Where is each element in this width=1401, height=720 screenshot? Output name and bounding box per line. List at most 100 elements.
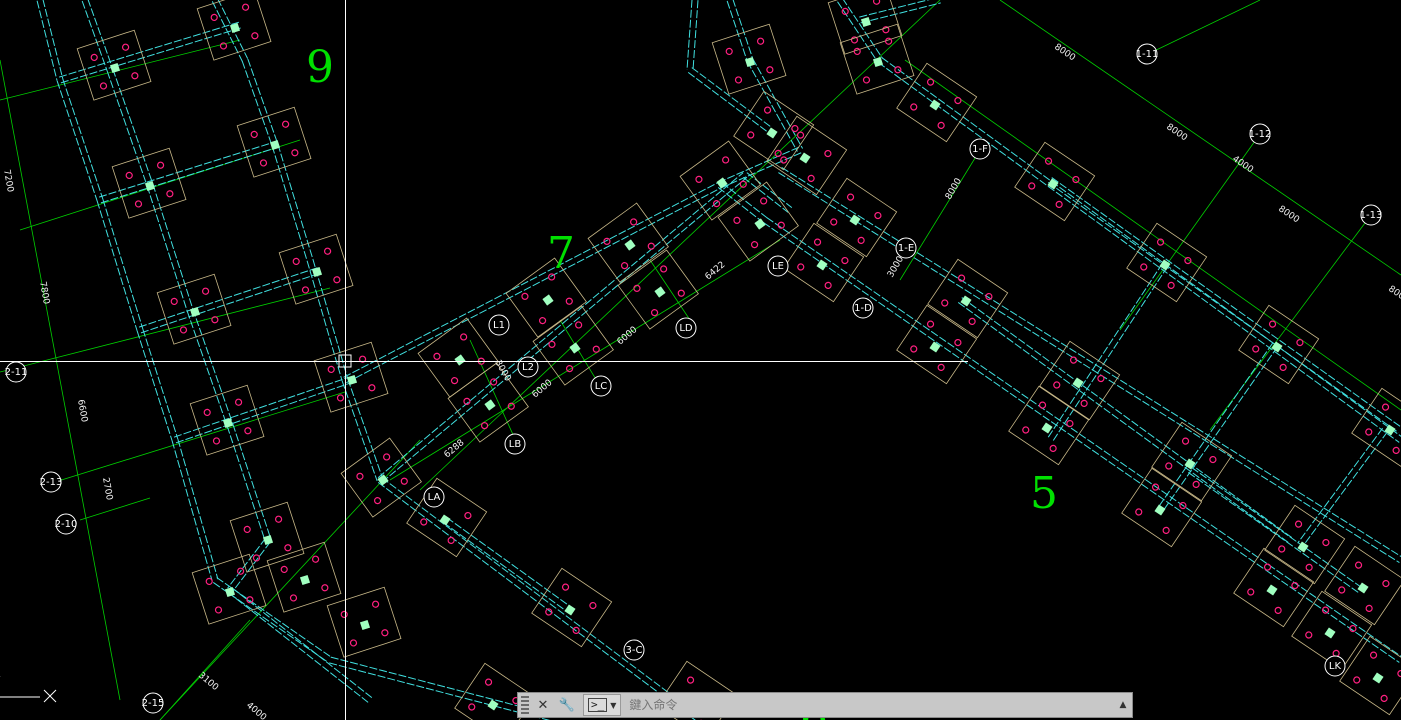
pile-circle [1354, 561, 1363, 569]
chevron-up-icon[interactable]: ▲ [1114, 700, 1132, 710]
command-line-bar[interactable]: ✕ 🔧 >_ ▼ ▲ [517, 692, 1133, 718]
beam-line [781, 167, 1401, 558]
pile-circle [926, 320, 935, 328]
beam-line [341, 380, 378, 482]
axis-bubble-LK[interactable]: LK [1324, 655, 1346, 677]
grid-axis-line [54, 391, 346, 483]
pile-circle [1053, 381, 1061, 389]
pile-circle [214, 606, 223, 614]
axis-bubble-1-12[interactable]: 1-12 [1249, 123, 1272, 145]
axis-bubble-2-11[interactable]: 2-11 [5, 361, 28, 383]
beam-line [957, 302, 1289, 543]
column-marker [1041, 422, 1053, 434]
pile-circle [937, 121, 945, 130]
pile-cap [896, 304, 978, 385]
axis-bubble-1-D[interactable]: 1-D [852, 297, 874, 319]
column-marker [1154, 504, 1166, 516]
close-icon[interactable]: ✕ [533, 695, 553, 715]
pile-circle [561, 583, 570, 591]
pile-circle [1279, 363, 1287, 372]
pile-cap [711, 23, 787, 95]
pile-circle [450, 377, 459, 385]
pile-circle [1322, 538, 1330, 547]
pile-circle [712, 200, 721, 208]
pile-cap [1238, 304, 1320, 385]
column-marker [1324, 627, 1336, 639]
axis-bubble-label: 1-13 [1360, 210, 1383, 221]
beam-line [112, 68, 154, 185]
pile-circle [480, 422, 489, 430]
pile-cap [531, 567, 613, 648]
axis-bubble-2-15[interactable]: 2-15 [142, 692, 165, 714]
grid-axis-line [1147, 0, 1261, 55]
column-marker [872, 56, 884, 68]
beam-line [146, 185, 188, 312]
axis-bubble-3-C[interactable]: 3-C [623, 639, 645, 661]
pile-circle [243, 525, 251, 534]
axis-bubble-L2[interactable]: L2 [517, 356, 539, 378]
pile-circle [349, 639, 358, 647]
dimension-text: 7800 [37, 281, 51, 306]
beam-line [192, 308, 234, 425]
beam-line [877, 62, 1400, 443]
beam-line [1191, 467, 1363, 588]
pile-cap [278, 233, 354, 305]
pile-cap [1151, 421, 1233, 502]
pile-circle [333, 276, 341, 284]
axis-bubble-1-E[interactable]: 1-E [895, 237, 917, 259]
beam-line [859, 0, 930, 18]
grid-axis-line [899, 149, 981, 281]
command-input[interactable] [627, 694, 1114, 716]
axis-bubble-1-13[interactable]: 1-13 [1360, 204, 1383, 226]
axis-bubble-LA[interactable]: LA [423, 486, 445, 508]
pile-circle [548, 340, 556, 348]
pile-circle [862, 76, 871, 84]
axis-bubble-L1[interactable]: L1 [488, 314, 510, 336]
axis-bubble-LD[interactable]: LD [675, 317, 697, 339]
pile-circle [468, 703, 476, 711]
pile-cap [1324, 545, 1401, 626]
wrench-icon[interactable]: 🔧 [557, 695, 577, 715]
beam-line [271, 145, 308, 262]
pile-circle [484, 678, 493, 686]
pile-circle [1382, 579, 1390, 588]
pile-circle [251, 32, 259, 40]
column-marker [262, 534, 274, 546]
beam-line [732, 0, 754, 60]
axis-bubble-LB[interactable]: LB [504, 433, 526, 455]
dimension-text: 6422 [704, 260, 728, 282]
pile-cap [406, 477, 488, 558]
pile-circle [797, 263, 805, 271]
axis-bubble-label: 1-D [854, 303, 872, 314]
beam-line [343, 181, 719, 378]
axis-bubble-label: LD [679, 323, 693, 334]
zone-label-7: 7 [547, 228, 575, 279]
pile-circle [830, 218, 838, 226]
drag-grip-handle[interactable] [521, 696, 529, 714]
column-marker [269, 139, 281, 151]
beam-line [961, 297, 1293, 538]
column-marker [542, 294, 554, 306]
axis-bubble-LC[interactable]: LC [590, 375, 612, 397]
beam-line [446, 517, 573, 608]
column-marker [1372, 672, 1384, 684]
pile-circle [1055, 200, 1063, 209]
pile-circle [872, 0, 881, 5]
pile-circle [433, 352, 441, 360]
pile-cap [196, 0, 272, 61]
axis-bubble-label: 2-15 [142, 698, 165, 709]
beam-line [1047, 182, 1399, 433]
axis-bubble-LE[interactable]: LE [767, 255, 789, 277]
command-prompt-dropdown[interactable]: >_ ▼ [583, 694, 622, 716]
column-marker [109, 62, 121, 74]
beam-line [312, 259, 349, 380]
cad-drawing-canvas[interactable]: 9 7 5 6 7200 7800 6600 2700 3100 4000 80… [0, 0, 1401, 720]
pile-circle [620, 262, 629, 270]
axis-bubble-2-10[interactable]: 2-10 [55, 513, 78, 535]
pile-circle [725, 47, 733, 56]
axis-bubble-1-F[interactable]: 1-F [969, 138, 991, 160]
pile-circle [1294, 520, 1303, 528]
axis-bubble-2-13[interactable]: 2-13 [40, 471, 63, 493]
axis-bubble-1-11[interactable]: 1-11 [1136, 43, 1159, 65]
beam-line [227, 537, 267, 589]
